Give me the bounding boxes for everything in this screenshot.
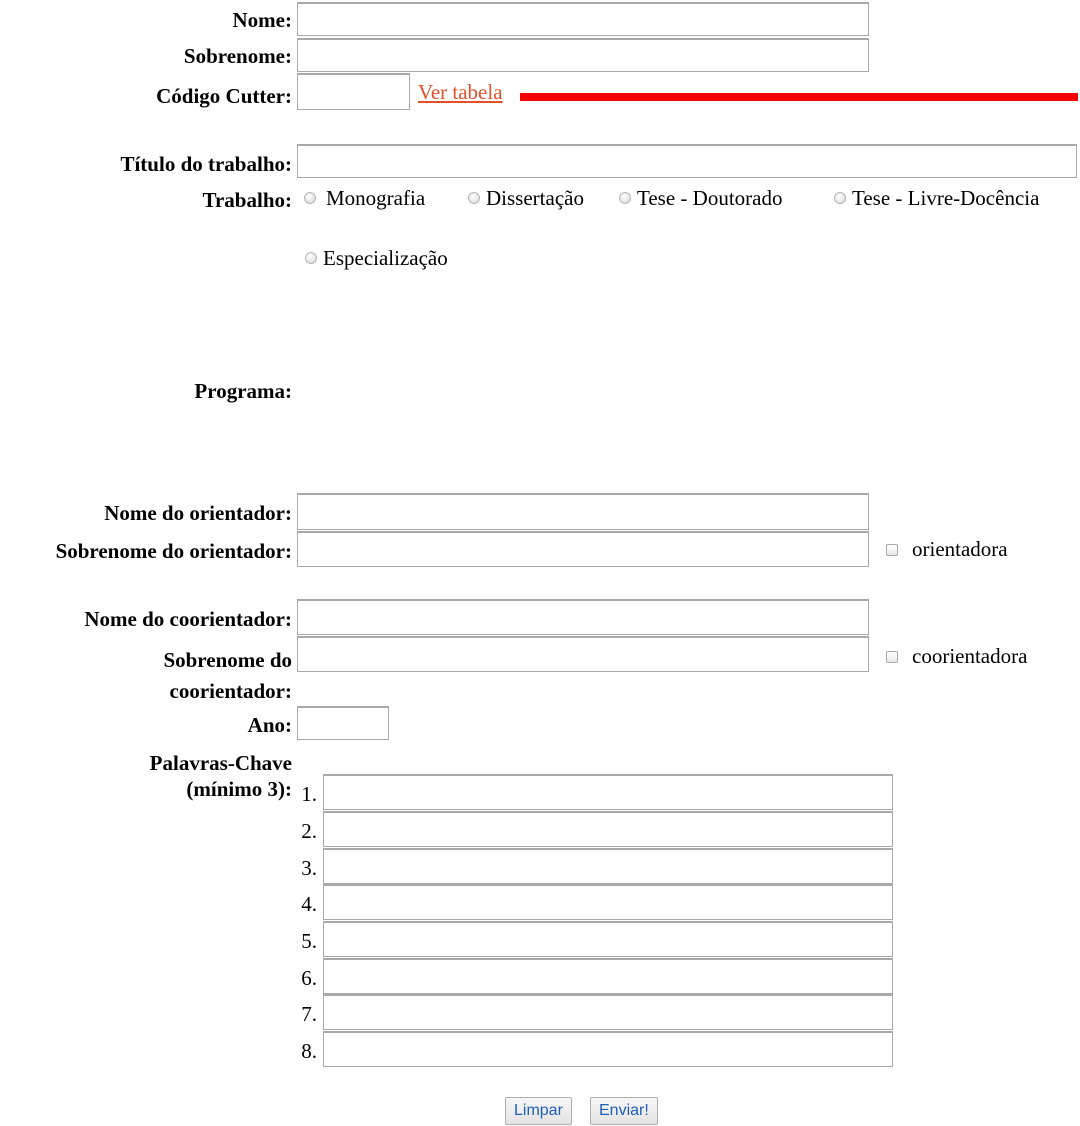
cutter-input[interactable] xyxy=(297,73,410,110)
keyword-number: 2. xyxy=(301,819,317,843)
coorientador-sobrenome-label: Sobrenome do coorientador: xyxy=(163,645,292,707)
coorientador-nome-input[interactable] xyxy=(297,599,869,635)
keyword-input-2[interactable] xyxy=(323,811,893,847)
nome-label: Nome: xyxy=(232,8,292,32)
coorientadora-checkbox[interactable]: coorientadora xyxy=(886,644,1027,669)
radio-circle-icon[interactable] xyxy=(304,192,316,204)
palavras-chave-label: Palavras-Chave (mínimo 3): xyxy=(150,750,292,802)
keyword-input-6[interactable] xyxy=(323,958,893,994)
keyword-number: 5. xyxy=(301,929,317,953)
keyword-number: 1. xyxy=(301,782,317,806)
titulo-label: Título do trabalho: xyxy=(120,152,292,176)
radio-monografia[interactable]: Monografia xyxy=(304,186,425,210)
coorientador-sobrenome-input[interactable] xyxy=(297,636,869,672)
radio-label: Tese - Livre-Docência xyxy=(852,186,1040,210)
orientador-sobrenome-label: Sobrenome do orientador: xyxy=(55,539,292,563)
radio-especializacao[interactable]: Especialização xyxy=(305,246,448,270)
orientador-sobrenome-input[interactable] xyxy=(297,531,869,567)
trabalho-label: Trabalho: xyxy=(202,188,292,212)
checkbox-icon[interactable] xyxy=(886,543,898,556)
keyword-input-1[interactable] xyxy=(323,774,893,810)
radio-label: Monografia xyxy=(326,186,426,210)
keyword-number: 3. xyxy=(301,856,317,880)
keyword-number: 7. xyxy=(301,1002,317,1026)
radio-circle-icon[interactable] xyxy=(468,192,480,204)
keyword-input-8[interactable] xyxy=(323,1031,893,1067)
orientadora-label: orientadora xyxy=(912,537,1008,561)
keyword-number: 6. xyxy=(301,966,317,990)
coorientador-nome-label: Nome do coorientador: xyxy=(84,607,292,631)
radio-circle-icon[interactable] xyxy=(834,192,846,204)
sobrenome-input[interactable] xyxy=(297,38,869,72)
ver-tabela-link[interactable]: Ver tabela xyxy=(418,80,503,105)
keyword-number: 4. xyxy=(301,892,317,916)
keyword-number: 8. xyxy=(301,1039,317,1063)
orientador-nome-label: Nome do orientador: xyxy=(104,501,292,525)
ano-label: Ano: xyxy=(247,713,292,737)
red-annotation-bar xyxy=(520,93,1078,101)
coorientadora-label: coorientadora xyxy=(912,644,1028,668)
clear-button[interactable]: Limpar xyxy=(505,1097,572,1125)
checkbox-icon[interactable] xyxy=(886,650,898,663)
ano-input[interactable] xyxy=(297,706,389,740)
palavras-chave-label-line1: Palavras-Chave xyxy=(149,751,292,775)
radio-tese-livre-docencia[interactable]: Tese - Livre-Docência xyxy=(834,186,1039,210)
sobrenome-label: Sobrenome: xyxy=(183,44,292,68)
radio-circle-icon[interactable] xyxy=(619,192,631,204)
radio-dissertacao[interactable]: Dissertação xyxy=(468,186,584,210)
nome-input[interactable] xyxy=(297,2,869,36)
radio-label: Especialização xyxy=(323,246,448,270)
radio-tese-doutorado[interactable]: Tese - Doutorado xyxy=(619,186,782,210)
orientadora-checkbox[interactable]: orientadora xyxy=(886,537,1008,562)
keyword-input-5[interactable] xyxy=(323,921,893,957)
keyword-input-7[interactable] xyxy=(323,994,893,1030)
radio-label: Dissertação xyxy=(486,186,584,210)
orientador-nome-input[interactable] xyxy=(297,493,869,530)
coorientador-sobrenome-label-line1: Sobrenome do xyxy=(163,648,292,672)
radio-circle-icon[interactable] xyxy=(305,252,317,264)
cutter-label: Código Cutter: xyxy=(156,84,292,108)
titulo-input[interactable] xyxy=(297,144,1077,178)
radio-label: Tese - Doutorado xyxy=(637,186,783,210)
programa-label: Programa: xyxy=(194,379,292,403)
palavras-chave-label-line2: (mínimo 3): xyxy=(186,777,292,801)
keyword-input-4[interactable] xyxy=(323,884,893,920)
submit-button[interactable]: Enviar! xyxy=(590,1097,658,1125)
keyword-input-3[interactable] xyxy=(323,848,893,884)
coorientador-sobrenome-label-line2: coorientador: xyxy=(169,679,292,703)
